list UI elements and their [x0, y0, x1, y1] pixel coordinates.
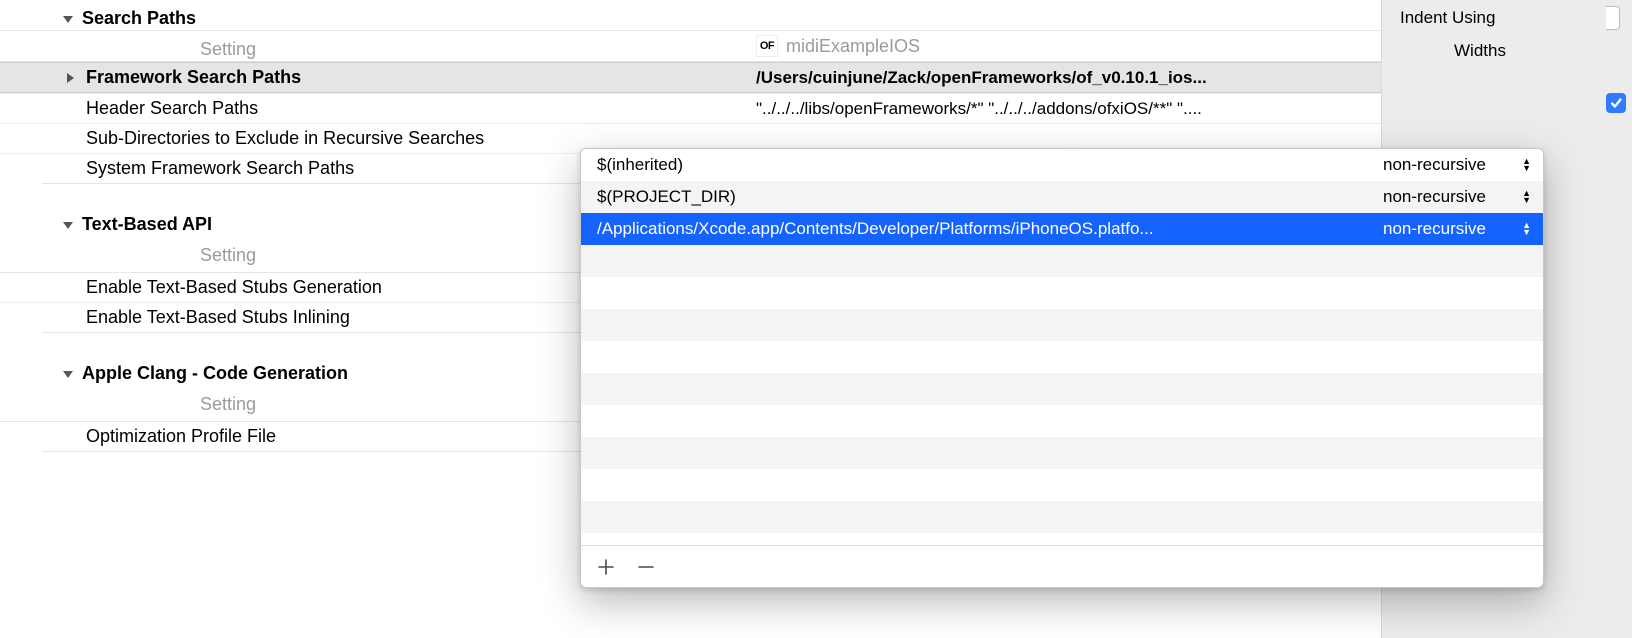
stepper-icon[interactable]: ▲▼	[1520, 158, 1533, 172]
target-name: midiExampleIOS	[786, 36, 920, 57]
popover-row-empty[interactable]	[581, 245, 1543, 277]
add-button[interactable]	[595, 556, 617, 578]
popover-row-empty[interactable]	[581, 309, 1543, 341]
popover-row-empty[interactable]	[581, 469, 1543, 501]
disclosure-triangle-down-icon[interactable]	[62, 219, 74, 231]
section-title: Apple Clang - Code Generation	[82, 363, 348, 384]
popover-path[interactable]: /Applications/Xcode.app/Contents/Develop…	[597, 213, 1375, 245]
setting-row-framework-search-paths[interactable]: Framework Search Paths /Users/cuinjune/Z…	[0, 62, 1381, 93]
build-settings-pane: Search Paths Setting OF midiExampleIOS F…	[0, 0, 1382, 638]
section-header-search-paths[interactable]: Search Paths	[0, 4, 1381, 33]
popover-mode-select[interactable]: non-recursive ▲▼	[1375, 181, 1533, 213]
disclosure-triangle-right-icon[interactable]	[64, 72, 82, 84]
target-icon: OF	[756, 35, 778, 57]
indent-using-select[interactable]	[1606, 6, 1620, 30]
indent-using-label: Indent Using	[1400, 8, 1495, 28]
section-title: Text-Based API	[82, 214, 212, 235]
popover-row-empty[interactable]	[581, 437, 1543, 469]
remove-button[interactable]	[635, 556, 657, 578]
setting-name: Framework Search Paths	[86, 67, 756, 88]
stepper-icon[interactable]: ▲▼	[1520, 222, 1533, 236]
popover-row-empty[interactable]	[581, 405, 1543, 437]
popover-path[interactable]: $(inherited)	[597, 149, 1375, 181]
popover-row[interactable]: $(inherited) non-recursive ▲▼	[581, 149, 1543, 181]
popover-mode-select[interactable]: non-recursive ▲▼	[1375, 149, 1533, 181]
popover-row-empty[interactable]	[581, 501, 1543, 533]
section-title: Search Paths	[82, 8, 196, 29]
popover-list[interactable]: $(inherited) non-recursive ▲▼ $(PROJECT_…	[581, 149, 1543, 545]
popover-row[interactable]: /Applications/Xcode.app/Contents/Develop…	[581, 213, 1543, 245]
setting-row-header-search-paths[interactable]: Header Search Paths "../../../libs/openF…	[0, 93, 1381, 123]
popover-footer	[581, 545, 1543, 587]
disclosure-triangle-down-icon[interactable]	[62, 13, 74, 25]
setting-value[interactable]: /Users/cuinjune/Zack/openFrameworks/of_v…	[756, 68, 1381, 88]
popover-row-empty[interactable]	[581, 373, 1543, 405]
popover-mode-select[interactable]: non-recursive ▲▼	[1375, 213, 1533, 245]
popover-row[interactable]: $(PROJECT_DIR) non-recursive ▲▼	[581, 181, 1543, 213]
search-paths-popover: $(inherited) non-recursive ▲▼ $(PROJECT_…	[580, 148, 1544, 588]
stepper-icon[interactable]: ▲▼	[1520, 190, 1533, 204]
popover-row-empty[interactable]	[581, 341, 1543, 373]
setting-name: Header Search Paths	[86, 98, 756, 119]
widths-label: Widths	[1454, 41, 1506, 61]
wrap-lines-checkbox[interactable]	[1606, 93, 1626, 113]
disclosure-triangle-down-icon[interactable]	[62, 368, 74, 380]
setting-value[interactable]: "../../../libs/openFrameworks/*" "../../…	[756, 99, 1381, 119]
setting-name: Sub-Directories to Exclude in Recursive …	[86, 128, 756, 149]
popover-row-empty[interactable]	[581, 277, 1543, 309]
popover-path[interactable]: $(PROJECT_DIR)	[597, 181, 1375, 213]
